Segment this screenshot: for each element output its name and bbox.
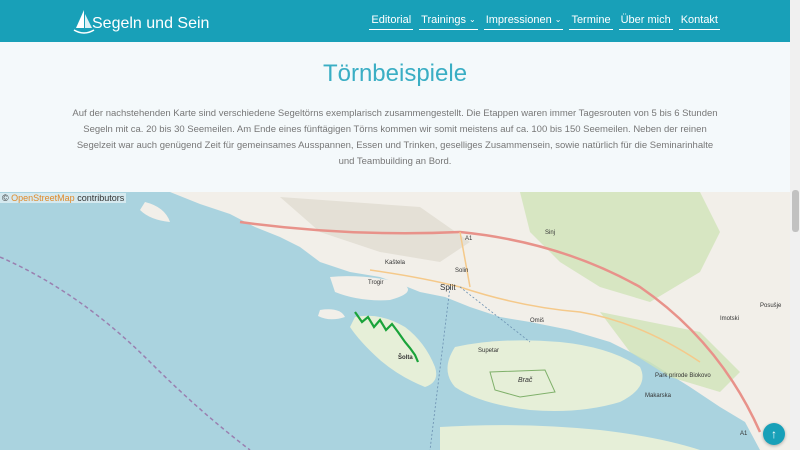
map-label-solta: Šolta — [398, 353, 413, 361]
nav-label: Termine — [571, 14, 611, 26]
nav-impressionen[interactable]: Impressionen ⌄ — [483, 12, 564, 30]
nav-label: Über mich — [620, 14, 671, 26]
nav-kontakt[interactable]: Kontakt — [678, 12, 720, 30]
nav-termine[interactable]: Termine — [569, 12, 613, 30]
map-attribution: © OpenStreetMap contributors — [0, 193, 127, 203]
map-label-omis: Omiš — [530, 318, 544, 324]
attribution-suffix: contributors — [74, 193, 125, 203]
openstreetmap-link[interactable]: OpenStreetMap — [11, 193, 75, 203]
route-map[interactable]: Split Solin Kaštela Trogir Supetar Brač … — [0, 192, 790, 450]
map-label-sinj: Sinj — [545, 230, 555, 236]
hvar-island — [440, 425, 700, 450]
nav-editorial[interactable]: Editorial — [369, 12, 414, 30]
chevron-down-icon: ⌄ — [468, 15, 476, 24]
maritime-boundary — [0, 256, 251, 450]
map-label-park: Park prirode Biokovo — [655, 373, 711, 379]
map-label-trogir: Trogir — [368, 280, 383, 286]
map-label-supetar: Supetar — [478, 348, 499, 354]
brac-island — [447, 340, 643, 411]
intro-paragraph: Auf der nachstehenden Karte sind verschi… — [72, 108, 718, 167]
logo-text: Segeln und Sein — [92, 15, 210, 32]
attribution-prefix: © — [2, 193, 9, 203]
nav-label: Editorial — [371, 14, 412, 26]
page-title: Törnbeispiele — [322, 60, 468, 87]
map-label-solin: Solin — [455, 268, 468, 274]
nav-label: Impressionen — [485, 14, 552, 26]
map-label-split: Split — [440, 283, 456, 292]
map-label-a1: A1 — [465, 236, 473, 242]
map-label-a1: A1 — [740, 431, 748, 437]
nav-ueber-mich[interactable]: Über mich — [618, 12, 673, 30]
map-label-posusje: Posušje — [760, 303, 782, 309]
nav-label: Kontakt — [680, 14, 718, 26]
map-label-kastela: Kaštela — [385, 260, 406, 266]
map-label-imotski: Imotski — [720, 316, 739, 322]
main-nav: Editorial Trainings ⌄ Impressionen ⌄ Termi… — [369, 12, 720, 30]
site-logo[interactable]: Segeln und Sein — [72, 6, 209, 38]
scrollbar-thumb[interactable] — [792, 190, 799, 232]
intro-section: Törnbeispiele Auf der nachstehenden Kart… — [0, 42, 790, 192]
scroll-to-top-button[interactable]: ↑ — [763, 423, 785, 445]
top-navbar: Segeln und Sein Editorial Trainings ⌄ Imp… — [0, 0, 790, 42]
map-label-brac: Brač — [518, 377, 533, 384]
chevron-down-icon: ⌄ — [554, 15, 562, 24]
small-island — [318, 309, 345, 320]
nav-trainings[interactable]: Trainings ⌄ — [419, 12, 478, 30]
small-island — [140, 202, 170, 222]
nav-label: Trainings — [421, 14, 466, 26]
map-label-makarska: Makarska — [645, 393, 672, 399]
map-canvas[interactable]: Split Solin Kaštela Trogir Supetar Brač … — [0, 192, 790, 450]
